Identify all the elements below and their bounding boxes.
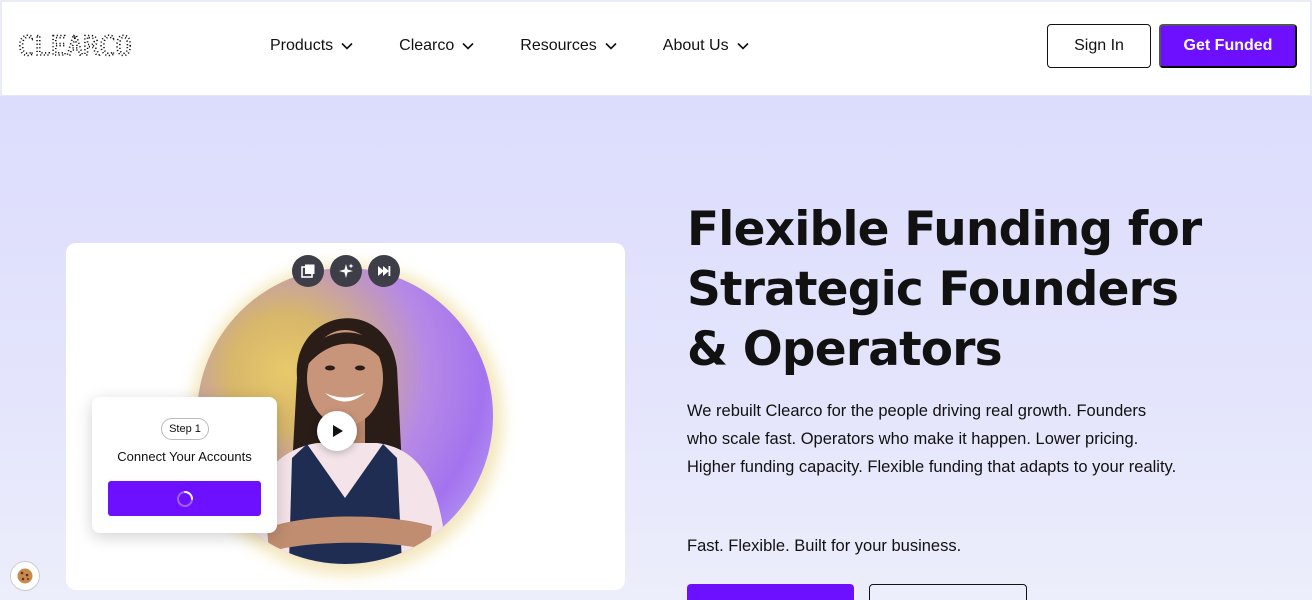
- connect-accounts-button[interactable]: [108, 481, 261, 516]
- main-nav: Products Clearco Resources About Us: [270, 2, 795, 90]
- picture-in-picture-icon[interactable]: [292, 255, 324, 287]
- skip-forward-icon[interactable]: [368, 255, 400, 287]
- nav-products-label: Products: [270, 37, 334, 54]
- chevron-down-icon: [737, 42, 749, 50]
- nav-clearco[interactable]: Clearco: [399, 37, 474, 55]
- headline-line-1: Flexible Funding for: [687, 202, 1202, 257]
- spinner-icon: [176, 490, 193, 507]
- nav-resources-label: Resources: [520, 37, 597, 54]
- clearco-logo[interactable]: CLEARCO: [16, 30, 206, 62]
- sign-in-button[interactable]: Sign In: [1047, 24, 1151, 68]
- headline-line-3: & Operators: [687, 322, 1003, 377]
- cookie-icon[interactable]: [10, 561, 40, 591]
- svg-text:CLEARCO: CLEARCO: [18, 31, 132, 62]
- hero-tagline: Fast. Flexible. Built for your business.: [687, 537, 962, 555]
- primary-cta-button[interactable]: [687, 584, 854, 600]
- nav-about-us-label: About Us: [662, 37, 729, 54]
- nav-clearco-label: Clearco: [399, 37, 455, 54]
- step-title: Connect Your Accounts: [117, 449, 252, 464]
- chevron-down-icon: [462, 42, 474, 50]
- chevron-down-icon: [605, 42, 617, 50]
- step-card: Step 1 Connect Your Accounts: [92, 397, 277, 533]
- nav-products[interactable]: Products: [270, 37, 353, 55]
- play-button[interactable]: [317, 411, 357, 451]
- secondary-cta-button[interactable]: [869, 584, 1027, 600]
- step-badge: Step 1: [161, 418, 209, 440]
- get-funded-button[interactable]: Get Funded: [1159, 24, 1297, 68]
- nav-resources[interactable]: Resources: [520, 37, 617, 55]
- headline-line-2: Strategic Founders: [687, 262, 1179, 317]
- site-header: CLEARCO Products Clearco Resources About…: [0, 0, 1312, 96]
- sparkle-icon[interactable]: [330, 255, 362, 287]
- hero-headline: Flexible Funding for Strategic Founders …: [687, 200, 1287, 380]
- hero-description: We rebuilt Clearco for the people drivin…: [687, 402, 1177, 476]
- chevron-down-icon: [341, 42, 353, 50]
- play-icon: [333, 425, 343, 437]
- nav-about-us[interactable]: About Us: [663, 37, 749, 55]
